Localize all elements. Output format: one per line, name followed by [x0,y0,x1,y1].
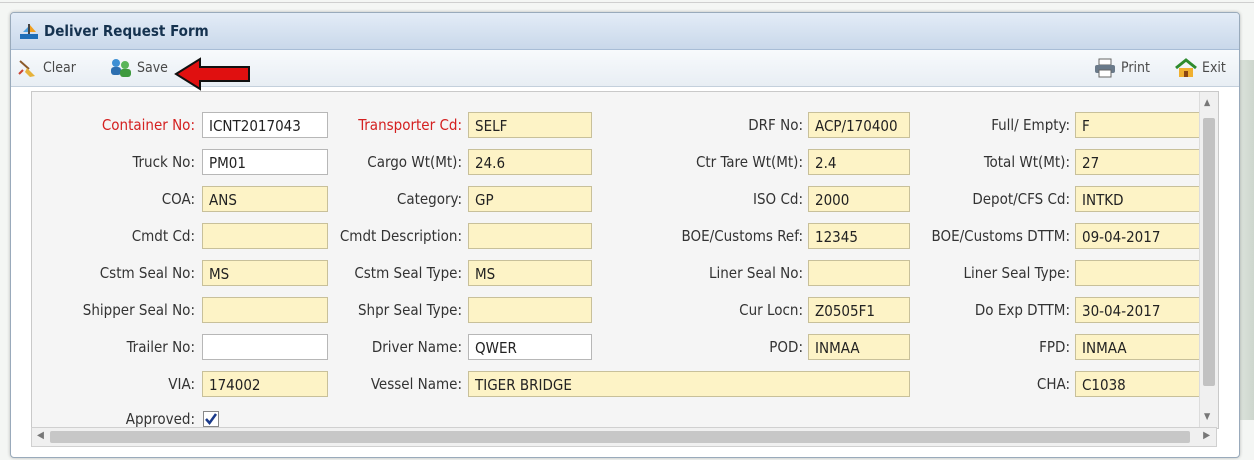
liner-seal-type-label: Liner Seal Type: [963,264,1070,282]
depot-cfs-cd-label: Depot/CFS Cd: [972,190,1070,208]
home-icon [1175,58,1197,77]
print-label: Print [1121,60,1150,76]
coa-field[interactable]: ANS [202,186,328,212]
boe-customs-dttm-field[interactable]: 09-04-2017 [1075,223,1201,249]
liner-seal-no-field[interactable] [808,260,910,286]
form-row-8: VIA: 174002 Vessel Name: TIGER BRIDGE CH… [32,369,1218,399]
driver-name-label: Driver Name: [371,338,462,356]
do-exp-dttm-label: Do Exp DTTM: [974,301,1070,319]
do-exp-dttm-field[interactable]: 30-04-2017 [1075,297,1201,323]
background-divider [0,2,1254,3]
ctr-tare-wt-label: Ctr Tare Wt(Mt): [695,153,803,171]
iso-cd-label: ISO Cd: [753,190,803,208]
scroll-left-icon[interactable]: ◀ [37,430,44,441]
drf-no-field[interactable]: ACP/170400 [808,112,910,138]
full-empty-label: Full/ Empty: [991,116,1070,134]
vertical-scrollbar[interactable]: ▲ ▼ [1199,92,1218,428]
cstm-seal-type-field[interactable]: MS [468,260,592,286]
cargo-wt-field[interactable]: 24.6 [468,149,592,175]
cmdt-description-label: Cmdt Description: [339,227,462,245]
cargo-wt-label: Cargo Wt(Mt): [367,153,462,171]
liner-seal-no-label: Liner Seal No: [708,264,803,282]
depot-cfs-cd-field[interactable]: INTKD [1075,186,1201,212]
form-row-2: Truck No: PM01 Cargo Wt(Mt): 24.6 Ctr Ta… [32,147,1218,177]
coa-label: COA: [161,190,195,208]
pod-field[interactable]: INMAA [808,334,910,360]
form-row-4: Cmdt Cd: Cmdt Description: BOE/Customs R… [32,221,1218,251]
approved-checkbox[interactable] [203,411,219,427]
boe-customs-ref-label: BOE/Customs Ref: [681,227,803,245]
save-button[interactable]: Save [109,56,168,80]
transporter-cd-field[interactable]: SELF [468,112,592,138]
boe-customs-dttm-label: BOE/Customs DTTM: [931,227,1070,245]
cmdt-cd-label: Cmdt Cd: [131,227,195,245]
fpd-field[interactable]: INMAA [1075,334,1201,360]
container-no-label: Container No: [101,116,195,134]
window-titlebar[interactable]: Deliver Request Form [11,13,1239,50]
truck-no-label: Truck No: [132,153,195,171]
save-label: Save [137,60,168,76]
print-button[interactable]: Print [1093,56,1150,80]
total-wt-label: Total Wt(Mt): [983,153,1070,171]
scroll-up-icon[interactable]: ▲ [1204,98,1210,108]
horizontal-scrollbar[interactable]: ◀ ▶ [31,427,1217,447]
cha-label: CHA: [1036,375,1070,393]
scroll-right-icon[interactable]: ▶ [1203,430,1210,441]
container-no-input[interactable]: ICNT2017043 [202,112,328,138]
vertical-scroll-thumb[interactable] [1203,118,1215,386]
form-row-3: COA: ANS Category: GP ISO Cd: 2000 Depot… [32,184,1218,214]
cstm-seal-no-field[interactable]: MS [202,260,328,286]
save-users-icon [111,59,131,77]
cha-field[interactable]: C1038 [1075,371,1201,397]
via-label: VIA: [168,375,195,393]
shpr-seal-type-field[interactable] [468,297,592,323]
fpd-label: FPD: [1039,338,1070,356]
full-empty-field[interactable]: F [1075,112,1201,138]
checkmark-icon [205,413,218,426]
red-arrow-annotation [174,57,250,91]
total-wt-field[interactable]: 27 [1075,149,1201,175]
window-title: Deliver Request Form [44,22,209,40]
vessel-name-label: Vessel Name: [370,375,462,393]
clear-label: Clear [43,60,76,76]
cstm-seal-type-label: Cstm Seal Type: [354,264,462,282]
via-field[interactable]: 174002 [202,371,328,397]
form-panel: Container No: ICNT2017043 Transporter Cd… [31,91,1219,429]
clear-button[interactable]: Clear [17,56,76,80]
cmdt-cd-field[interactable] [202,223,328,249]
truck-no-input[interactable]: PM01 [202,149,328,175]
scroll-down-icon[interactable]: ▼ [1204,412,1210,422]
ctr-tare-wt-field[interactable]: 2.4 [808,149,910,175]
cstm-seal-no-label: Cstm Seal No: [99,264,195,282]
form-row-6: Shipper Seal No: Shpr Seal Type: Cur Loc… [32,295,1218,325]
shpr-seal-type-label: Shpr Seal Type: [357,301,462,319]
boe-customs-ref-field[interactable]: 12345 [808,223,910,249]
horizontal-scroll-thumb[interactable] [50,431,1190,443]
trailer-no-input[interactable] [202,334,328,360]
cur-locn-label: Cur Locn: [739,301,803,319]
exit-button[interactable]: Exit [1174,56,1226,80]
shipper-seal-no-field[interactable] [202,297,328,323]
cur-locn-field[interactable]: Z0505F1 [808,297,910,323]
exit-label: Exit [1202,60,1226,76]
category-field[interactable]: GP [468,186,592,212]
broom-icon [18,60,35,77]
transporter-cd-label: Transporter Cd: [358,116,462,134]
category-label: Category: [396,190,462,208]
form-row-1: Container No: ICNT2017043 Transporter Cd… [32,110,1218,140]
trailer-no-label: Trailer No: [126,338,195,356]
deliver-request-window: Deliver Request Form Clear Save Print Ex… [10,12,1240,458]
drf-no-label: DRF No: [748,116,803,134]
pod-label: POD: [769,338,803,356]
liner-seal-type-field[interactable] [1075,260,1201,286]
vessel-name-field[interactable]: TIGER BRIDGE [468,371,910,397]
iso-cd-field[interactable]: 2000 [808,186,910,212]
shipper-seal-no-label: Shipper Seal No: [82,301,195,319]
form-row-7: Trailer No: Driver Name: QWER POD: INMAA… [32,332,1218,362]
form-row-5: Cstm Seal No: MS Cstm Seal Type: MS Line… [32,258,1218,288]
ship-icon [20,24,38,39]
cmdt-description-field[interactable] [468,223,592,249]
printer-icon [1095,58,1115,78]
driver-name-input[interactable]: QWER [468,334,592,360]
